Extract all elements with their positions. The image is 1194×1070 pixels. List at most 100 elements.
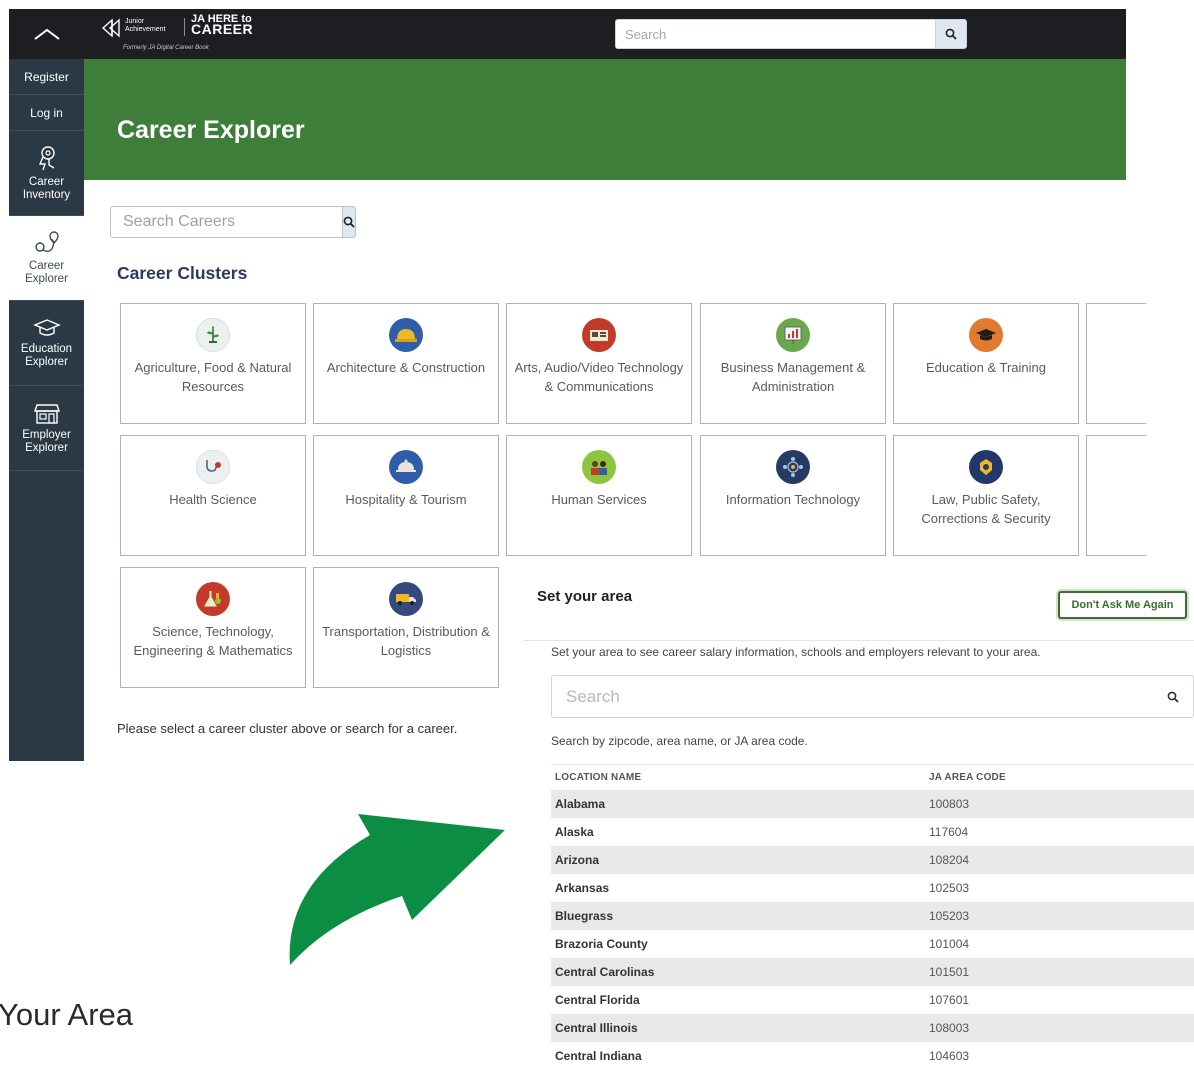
table-row[interactable]: Central Carolinas 101501 <box>551 958 1194 986</box>
cluster-card-hospitality[interactable]: Hospitality & Tourism <box>313 435 499 556</box>
dialog-divider <box>523 640 1194 641</box>
career-search-input[interactable] <box>110 206 342 238</box>
table-row[interactable]: Brazoria County 101004 <box>551 930 1194 958</box>
logo-formerly: Formerly JA Digital Career Book <box>123 45 209 51</box>
cluster-card-partial[interactable] <box>1086 303 1146 424</box>
film-icon <box>582 318 616 352</box>
cluster-card-stem[interactable]: Science, Technology, Engineering & Mathe… <box>120 567 306 688</box>
sidebar-item-label: Inventory <box>22 189 71 201</box>
register-button[interactable]: Register <box>9 59 84 95</box>
cluster-label: Health Science <box>169 492 257 507</box>
cluster-card-it[interactable]: Information Technology <box>700 435 886 556</box>
column-header-location: LOCATION NAME <box>555 772 642 783</box>
cluster-card-human-services[interactable]: Human Services <box>506 435 692 556</box>
table-row[interactable]: Arkansas 102503 <box>551 874 1194 902</box>
cluster-label: Transportation, Distribution & Logistics <box>322 624 490 658</box>
dialog-title: Set your area <box>537 588 633 605</box>
cluster-card-education[interactable]: Education & Training <box>893 303 1079 424</box>
area-search <box>551 675 1194 718</box>
location-name: Arizona <box>555 853 600 867</box>
cluster-card-transportation[interactable]: Transportation, Distribution & Logistics <box>313 567 499 688</box>
green-arrow-icon <box>289 814 505 965</box>
career-search <box>110 206 356 238</box>
cluster-label: Information Technology <box>725 492 861 507</box>
location-name: Central Illinois <box>555 1021 638 1035</box>
dont-ask-again-button[interactable]: Don't Ask Me Again <box>1058 591 1187 619</box>
area-code: 108003 <box>929 1021 970 1035</box>
cluster-label: Arts, Audio/Video Technology & Communica… <box>514 360 684 394</box>
page-title: Career Explorer <box>117 116 305 144</box>
table-row[interactable]: Central Florida 107601 <box>551 986 1194 1014</box>
logo-org-name: Junior Achievement <box>125 18 166 33</box>
area-search-input[interactable] <box>552 676 1153 717</box>
cluster-label: Law, Public Safety, Corrections & Securi… <box>921 492 1051 526</box>
dialog-description: Set your area to see career salary infor… <box>551 645 1041 659</box>
column-header-code: JA AREA CODE <box>929 772 1006 783</box>
login-button[interactable]: Log in <box>9 95 84 131</box>
flask-icon <box>196 582 230 616</box>
sidebar-item-label: Education <box>20 343 73 355</box>
sidebar-item-career-explorer[interactable]: Career Explorer <box>9 216 84 301</box>
graduation-cap-icon <box>32 319 61 336</box>
location-name: Alaska <box>555 825 594 839</box>
ja-logo[interactable]: Junior Achievement JA HERE to CAREER For… <box>101 13 301 55</box>
cluster-hint: Please select a career cluster above or … <box>117 721 458 736</box>
location-name: Arkansas <box>555 881 610 895</box>
set-area-dialog: Set your area Don't Ask Me Again Set you… <box>523 570 1194 1065</box>
cluster-card-business[interactable]: Business Management & Administration <box>700 303 886 424</box>
cluster-label: Hospitality & Tourism <box>345 492 467 507</box>
table-header: LOCATION NAME JA AREA CODE <box>551 764 1194 790</box>
area-code: 102503 <box>929 881 970 895</box>
top-bar: Junior Achievement JA HERE to CAREER For… <box>9 9 1126 59</box>
collapse-chevron-icon[interactable] <box>9 9 84 59</box>
table-row[interactable]: Arizona 108204 <box>551 846 1194 874</box>
sidebar-item-career-inventory[interactable]: Career Inventory <box>9 131 84 216</box>
clusters-heading: Career Clusters <box>117 263 248 283</box>
cluster-card-architecture[interactable]: Architecture & Construction <box>313 303 499 424</box>
table-row[interactable]: Bluegrass 105203 <box>551 902 1194 930</box>
area-code: 101004 <box>929 937 970 951</box>
stethoscope-icon <box>196 450 230 484</box>
sidebar-item-education-explorer[interactable]: Education Explorer <box>9 301 84 386</box>
storefront-icon <box>33 404 60 424</box>
table-row[interactable]: Central Indiana 104603 <box>551 1042 1194 1070</box>
caption-text: Your Area <box>0 997 134 1032</box>
area-table: LOCATION NAME JA AREA CODE Alabama 100803… <box>551 764 1194 1070</box>
location-name: Central Florida <box>555 993 640 1007</box>
sidebar-item-label: Career <box>28 260 65 272</box>
sidebar-item-employer-explorer[interactable]: Employer Explorer <box>9 386 84 471</box>
location-name: Brazoria County <box>555 937 648 951</box>
cluster-card-law[interactable]: Law, Public Safety, Corrections & Securi… <box>893 435 1079 556</box>
search-icon[interactable] <box>1153 691 1193 703</box>
global-search-input[interactable] <box>615 19 935 49</box>
search-icon <box>945 28 957 40</box>
cluster-label: Science, Technology, Engineering & Mathe… <box>133 624 293 658</box>
table-body: Alabama 100803 Alaska 117604 Arizona 108204… <box>551 790 1194 1070</box>
cluster-card-arts[interactable]: Arts, Audio/Video Technology & Communica… <box>506 303 692 424</box>
table-row[interactable]: Alaska 117604 <box>551 818 1194 846</box>
career-search-button[interactable] <box>342 206 356 238</box>
cluster-card-health[interactable]: Health Science <box>120 435 306 556</box>
truck-icon <box>389 582 423 616</box>
location-name: Bluegrass <box>555 909 614 923</box>
cluster-card-partial[interactable] <box>1086 435 1146 556</box>
table-row[interactable]: Central Illinois 108003 <box>551 1014 1194 1042</box>
table-row[interactable]: Alabama 100803 <box>551 790 1194 818</box>
cluster-label: Education & Training <box>926 360 1046 375</box>
sidebar-item-label: Career <box>28 176 65 188</box>
cluster-card-agriculture[interactable]: Agriculture, Food & Natural Resources <box>120 303 306 424</box>
search-icon <box>343 216 355 228</box>
chart-board-icon <box>776 318 810 352</box>
people-icon <box>582 450 616 484</box>
sidebar: Register Log in Career Inventory Career … <box>9 59 84 761</box>
area-code: 108204 <box>929 853 970 867</box>
brain-icon <box>38 146 55 171</box>
sidebar-item-label: Employer <box>22 429 71 441</box>
global-search-button[interactable] <box>935 19 967 49</box>
location-name: Central Carolinas <box>555 965 655 979</box>
cluster-label: Human Services <box>551 492 647 507</box>
page-banner: Career Explorer <box>84 59 1126 180</box>
area-code: 107601 <box>929 993 970 1007</box>
sidebar-item-label: Explorer <box>25 442 68 454</box>
logo-brand: JA HERE to CAREER <box>191 14 253 37</box>
